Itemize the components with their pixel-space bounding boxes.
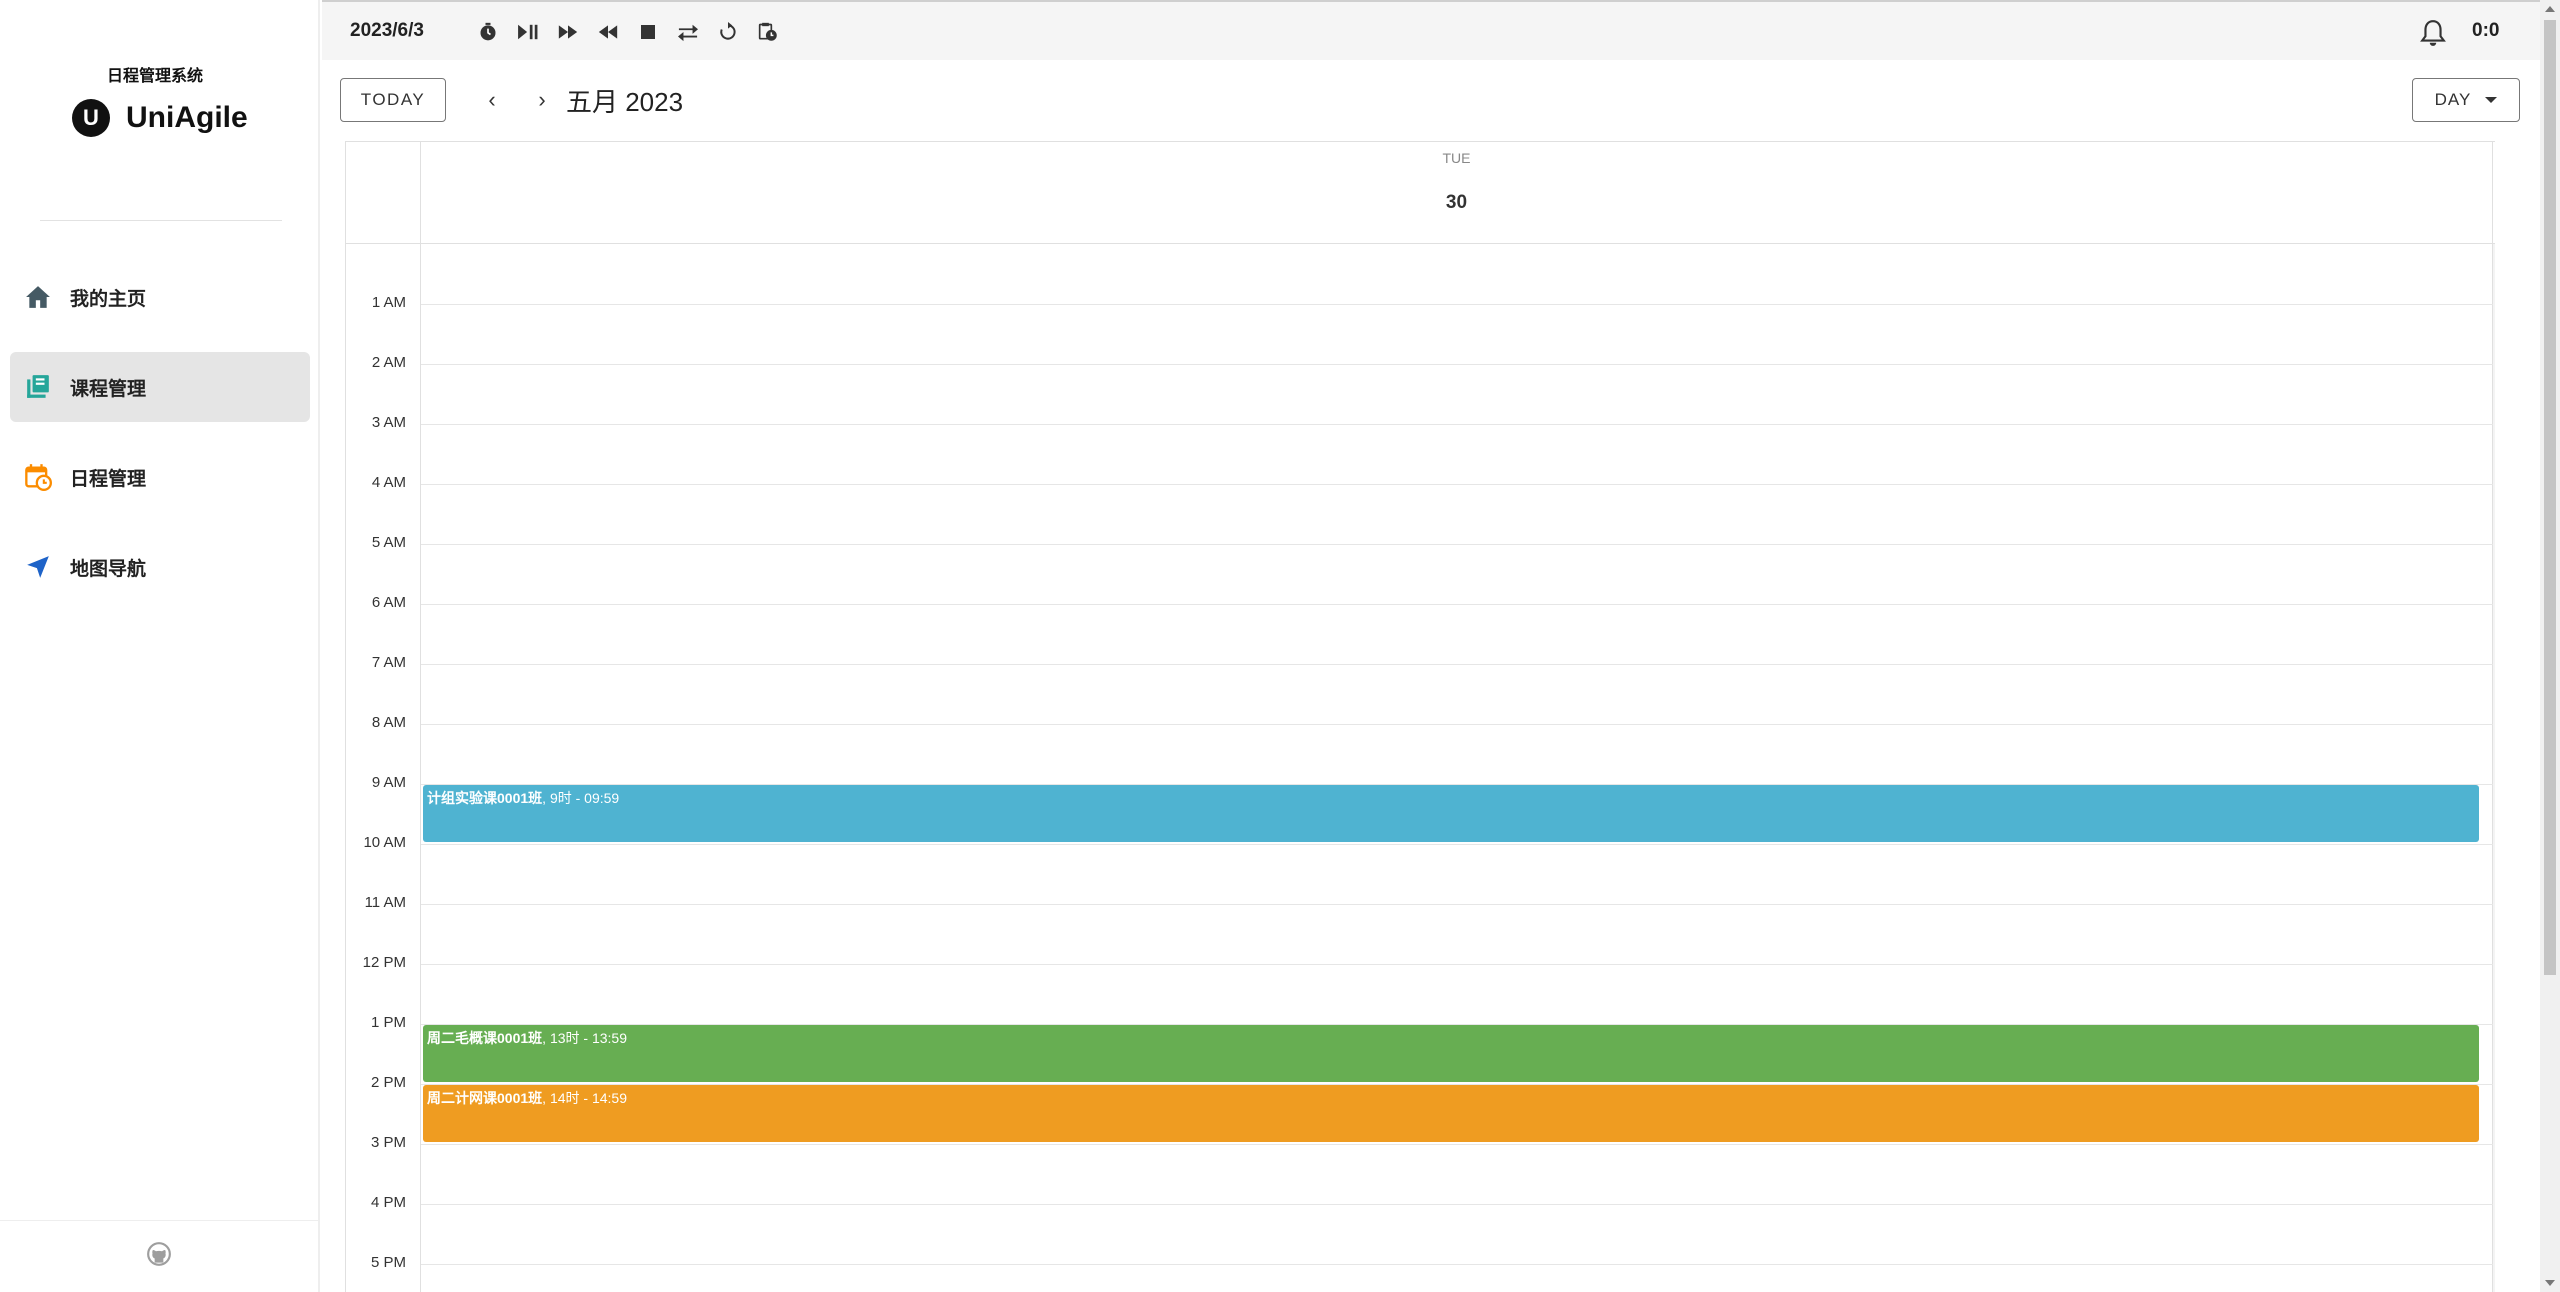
calendar-title: 五月 2023 [566,87,684,117]
brand-logo: U [72,99,110,137]
calendar-body: 1 AM 2 AM 3 AM 4 AM 5 AM 6 AM 7 AM 8 AM 9 AM 10 A… [346,244,2495,1292]
calendar-scrollbar[interactable] [2493,244,2495,1292]
hour-label: 12 PM [362,954,406,971]
hour-label: 7 AM [371,654,406,671]
scroll-down-icon[interactable] [2545,1280,2555,1286]
hour-gridline [421,544,2493,545]
github-icon[interactable] [146,1241,172,1272]
day-header[interactable]: TUE 30 [421,142,2493,244]
history-icon[interactable] [748,16,788,48]
hour-gridline [421,664,2493,665]
view-type-label: DAY [2434,90,2472,109]
brand[interactable]: U UniAgile [72,96,248,140]
hour-label: 4 PM [370,1194,406,1211]
hour-label: 3 PM [370,1134,406,1151]
scrollbar-thumb[interactable] [2544,20,2556,975]
page-scrollbar[interactable] [2540,0,2560,1292]
hour-label: 3 AM [371,414,406,431]
bell-icon[interactable] [2416,16,2450,50]
hour-gridline [421,1204,2493,1205]
today-button[interactable]: TODAY [340,78,446,122]
event-time: 14时 - 14:59 [549,1090,627,1106]
rewind-icon[interactable] [588,16,628,48]
weekday-label: TUE [1442,150,1471,166]
hour-label: 5 PM [370,1254,406,1271]
hour-label: 1 AM [371,294,406,311]
event-separator: , [542,1090,550,1106]
event-title: 周二毛概课0001班 [427,1030,543,1046]
calendar-clock-icon [24,463,52,491]
event-separator: , [542,790,550,806]
sidebar-footer [0,1220,318,1292]
calendar-event[interactable]: 周二计网课0001班, 14时 - 14:59 [423,1085,2479,1142]
day-calendar: TUE 30 1 AM 2 AM 3 AM 4 AM 5 AM 6 AM 7 AM 8 AM 9… [345,141,2495,1292]
hour-gridline [421,724,2493,725]
event-time: 13时 - 13:59 [549,1030,627,1046]
event-title: 计组实验课0001班 [427,790,543,806]
hour-label: 1 PM [370,1014,406,1031]
hour-label: 5 AM [371,534,406,551]
play-pause-icon[interactable] [508,16,548,48]
top-bar: 2023/6/3 0:0 [322,0,2540,60]
timer-icon[interactable] [468,16,508,48]
calendar-event[interactable]: 计组实验课0001班, 9时 - 09:59 [423,785,2479,842]
hour-label: 11 AM [364,894,406,911]
header-gutter [346,142,421,244]
sidebar: 日程管理系统 U UniAgile 我的主页 课程管理 日程管理 地图导航 [0,0,320,1292]
sidebar-item-map[interactable]: 地图导航 [10,532,310,602]
clock-readout: 0:0 [2472,20,2500,41]
hour-label: 6 AM [371,594,406,611]
sidebar-item-label: 我的主页 [70,288,147,310]
event-title: 周二计网课0001班 [427,1090,543,1106]
swap-icon[interactable] [668,16,708,48]
sidebar-item-schedule[interactable]: 日程管理 [10,442,310,512]
hour-gridline [421,364,2493,365]
hour-gridline [421,964,2493,965]
time-gutter: 1 AM 2 AM 3 AM 4 AM 5 AM 6 AM 7 AM 8 AM 9 AM 10 A… [346,244,421,1292]
day-column[interactable]: 计组实验课0001班, 9时 - 09:59 周二毛概课0001班, 13时 - … [421,244,2493,1292]
hour-gridline [421,904,2493,905]
hour-gridline [421,604,2493,605]
prev-button[interactable]: ‹ [472,80,512,120]
hour-gridline [421,424,2493,425]
hour-label: 9 AM [371,774,406,791]
calendar-toolbar: TODAY ‹ › 五月 2023 DAY [322,60,2540,140]
navigation-icon [24,553,52,581]
brand-name: UniAgile [126,101,248,134]
library-books-icon [24,373,52,401]
app-subtitle: 日程管理系统 [106,68,203,85]
hour-label: 2 AM [371,354,406,371]
hour-label: 8 AM [371,714,406,731]
view-type-select[interactable]: DAY [2412,78,2520,122]
hour-gridline [421,844,2493,845]
calendar-event[interactable]: 周二毛概课0001班, 13时 - 13:59 [423,1025,2479,1082]
sidebar-item-courses[interactable]: 课程管理 [10,352,310,422]
caret-down-icon [2485,97,2498,103]
hour-label: 10 AM [363,834,406,851]
event-separator: , [542,1030,550,1046]
home-icon [24,283,52,311]
sidebar-item-label: 地图导航 [70,558,147,580]
sidebar-item-label: 日程管理 [70,468,147,490]
time-controls [468,16,788,48]
stop-icon[interactable] [628,16,668,48]
event-time: 9时 - 09:59 [549,790,620,806]
current-date: 2023/6/3 [350,20,424,41]
next-button[interactable]: › [522,80,562,120]
hour-gridline [421,304,2493,305]
calendar-header: TUE 30 [346,142,2495,244]
sidebar-item-label: 课程管理 [70,378,147,400]
day-number[interactable]: 30 [421,192,2492,214]
scroll-up-icon[interactable] [2545,6,2555,12]
hour-label: 2 PM [370,1074,406,1091]
reset-icon[interactable] [708,16,748,48]
sidebar-item-home[interactable]: 我的主页 [10,262,310,332]
sidebar-divider [40,220,282,221]
fast-forward-icon[interactable] [548,16,588,48]
hour-gridline [421,484,2493,485]
hour-gridline [421,1144,2493,1145]
hour-label: 4 AM [371,474,406,491]
hour-gridline [421,1264,2493,1265]
